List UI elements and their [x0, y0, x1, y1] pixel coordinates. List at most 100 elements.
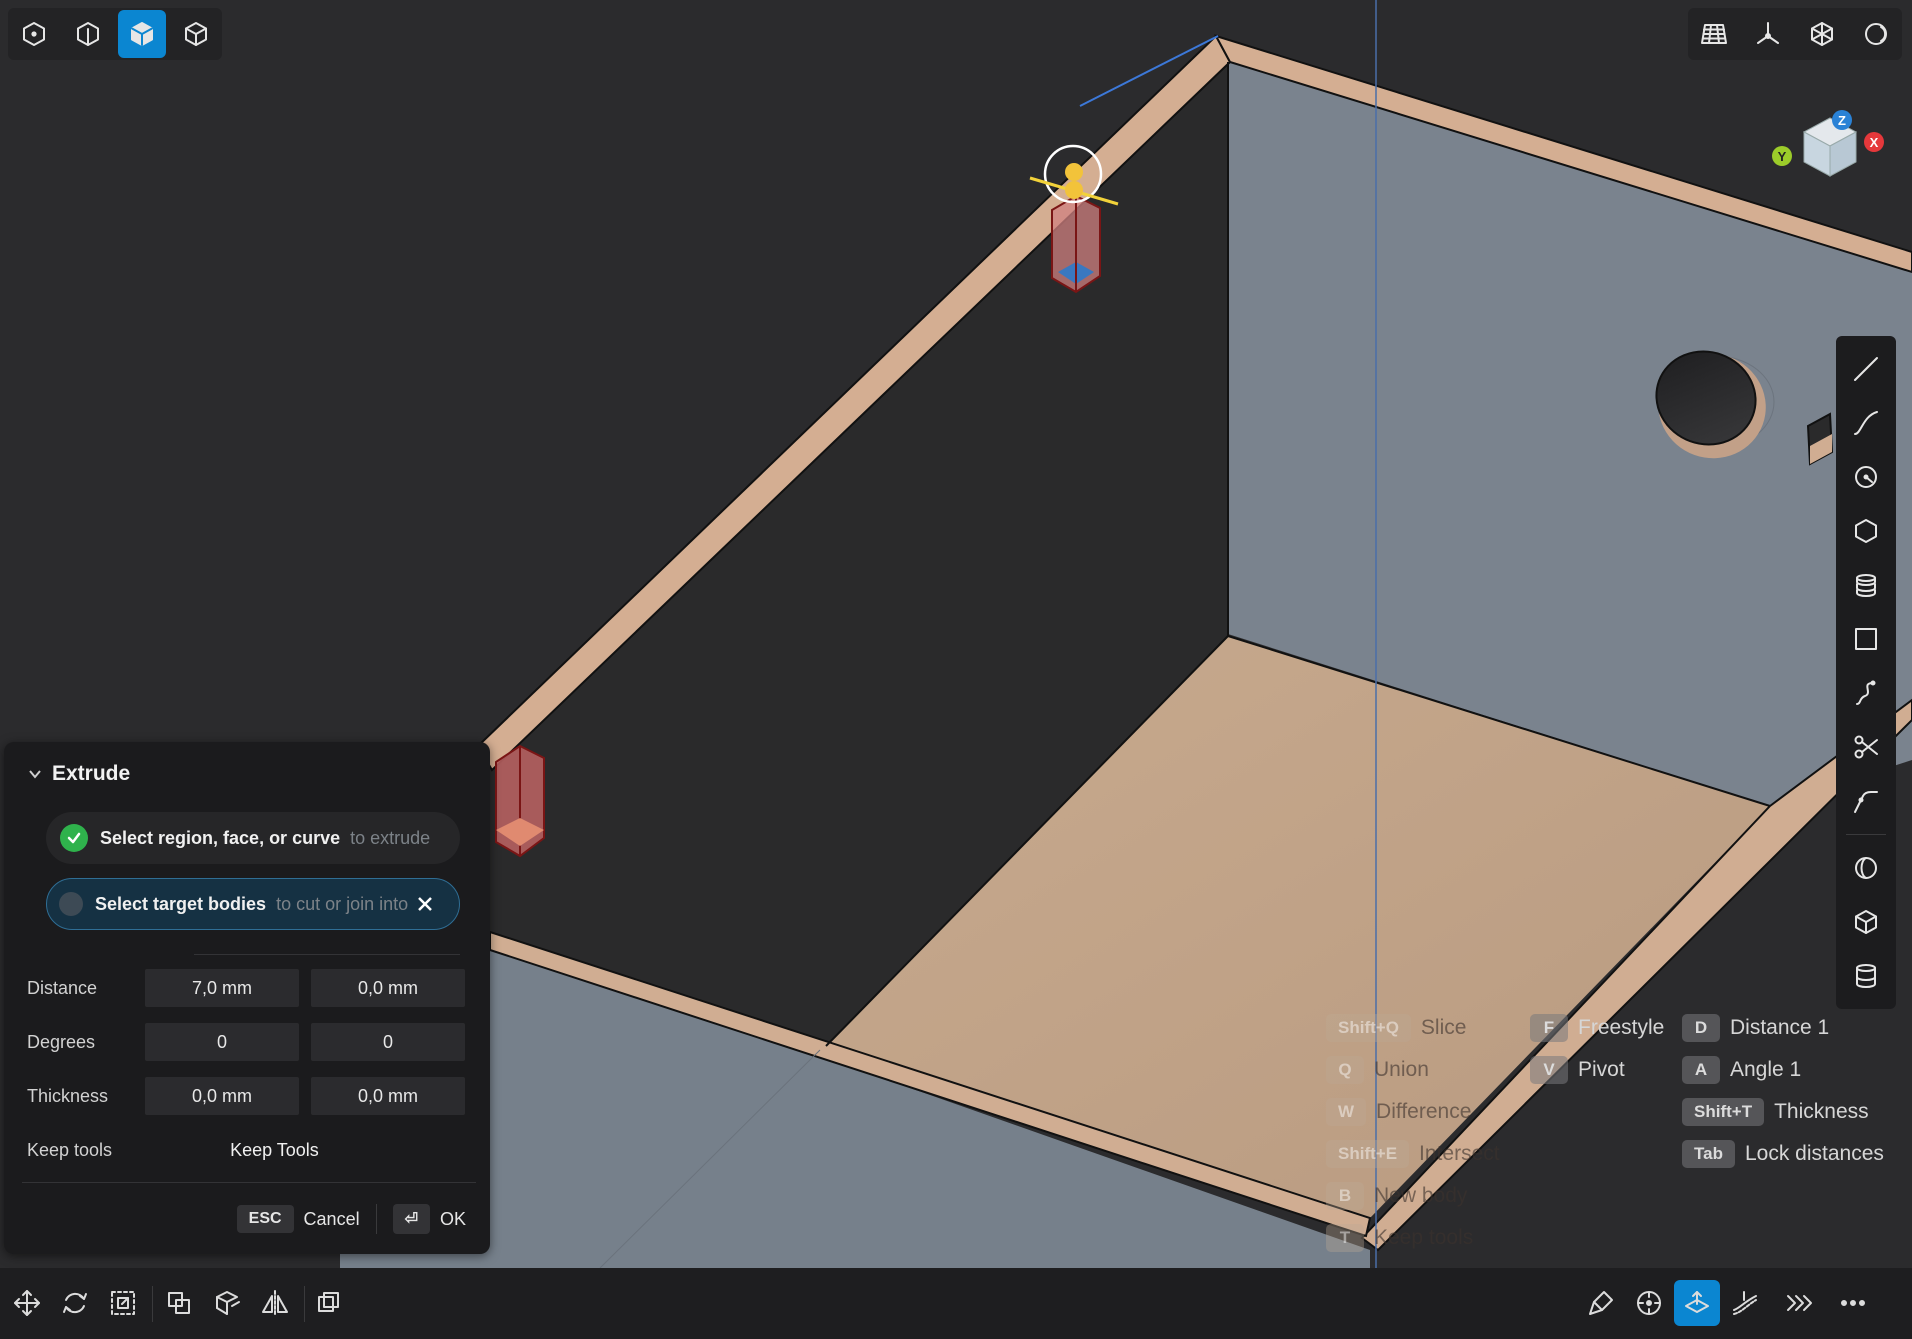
shortcut-angle: A Angle 1: [1682, 1056, 1801, 1084]
revolve-tool-button[interactable]: [1840, 842, 1892, 894]
x-axis-icon[interactable]: X: [1864, 132, 1884, 152]
spline-tool-button[interactable]: [1840, 667, 1892, 719]
render-mode-button[interactable]: [1852, 10, 1900, 58]
shortcut-label: Thickness: [1774, 1100, 1869, 1123]
mirror-tool-button[interactable]: [252, 1280, 298, 1326]
extrude-panel-header[interactable]: Extrude: [28, 762, 130, 786]
render-mode-icon: [1865, 23, 1887, 45]
shortcut-label: Keep tools: [1374, 1226, 1474, 1249]
shortcut-label: Union: [1374, 1058, 1429, 1081]
spline-icon: [1856, 680, 1876, 705]
shortcut-label: Angle 1: [1730, 1058, 1802, 1081]
shortcut-union: Q Union: [1326, 1056, 1429, 1084]
move-tool-button[interactable]: [4, 1280, 50, 1326]
degrees-row: Degrees: [27, 1022, 477, 1062]
circle-tool-button[interactable]: [1840, 451, 1892, 503]
shortcut-key: A: [1682, 1056, 1720, 1084]
line-tool-button[interactable]: [1840, 343, 1892, 395]
cylinder-tool-button[interactable]: [1840, 950, 1892, 1002]
offset-tool-button[interactable]: [1722, 1280, 1768, 1326]
solid-cube-icon: [131, 22, 153, 46]
thickness-input-1[interactable]: [145, 1077, 299, 1115]
y-axis-icon[interactable]: Y: [1772, 146, 1792, 166]
view-mode-2-button[interactable]: [64, 10, 112, 58]
circle-icon: [1855, 466, 1877, 488]
thickness-input-2[interactable]: [311, 1077, 465, 1115]
more-tools-button[interactable]: [1776, 1280, 1822, 1326]
more-horizontal-icon: [1841, 1300, 1865, 1306]
box-icon: [1855, 910, 1877, 934]
shortcut-hints: Shift+Q Slice Q Union W Difference Shift+E I…: [1326, 1014, 1912, 1264]
fillet-icon: [1854, 791, 1878, 813]
view-mode-4-button[interactable]: [172, 10, 220, 58]
rotate-tool-button[interactable]: [52, 1280, 98, 1326]
sketch-mode-button[interactable]: [1578, 1280, 1624, 1326]
duplicate-icon: [318, 1292, 339, 1312]
panel-title: Extrude: [52, 762, 131, 785]
fillet-tool-button[interactable]: [1840, 775, 1892, 827]
ok-button[interactable]: ⏎ OK: [392, 1204, 466, 1234]
select-region-hint: to extrude: [350, 827, 431, 848]
axes-button[interactable]: [1744, 10, 1792, 58]
line-icon: [1854, 357, 1878, 381]
select-target-step[interactable]: Select target bodies to cut or join into: [46, 878, 460, 930]
overflow-menu-button[interactable]: [1830, 1280, 1876, 1326]
shortcut-key: Q: [1326, 1056, 1364, 1084]
esc-key: ESC: [236, 1205, 294, 1233]
distance-label: Distance: [27, 977, 98, 998]
polygon-tool-button[interactable]: [1840, 505, 1892, 557]
rotate-icon: [63, 1292, 87, 1314]
degrees-input-2[interactable]: [311, 1023, 465, 1061]
distance-input-2[interactable]: [311, 969, 465, 1007]
navigation-cube[interactable]: Z X Y: [1768, 100, 1888, 190]
box-tool-button[interactable]: [1840, 896, 1892, 948]
svg-text:X: X: [1870, 135, 1879, 150]
z-axis-icon[interactable]: Z: [1832, 110, 1852, 130]
shortcut-key: Shift+E: [1326, 1140, 1410, 1168]
keep-tools-row: Keep tools Keep Tools: [27, 1130, 477, 1170]
enter-key: ⏎: [392, 1204, 430, 1234]
scissors-icon: [1854, 735, 1878, 759]
grid-icon: [1701, 24, 1727, 44]
copy-tool-button[interactable]: [156, 1280, 202, 1326]
duplicate-tool-button[interactable]: [306, 1280, 352, 1326]
extrude-icon: [1685, 1291, 1709, 1313]
snap-icon: [1637, 1291, 1661, 1315]
distance-row: Distance: [27, 968, 477, 1008]
shortcut-label: Pivot: [1578, 1058, 1625, 1081]
curve-tool-button[interactable]: [1840, 397, 1892, 449]
wireframe-button[interactable]: [1798, 10, 1846, 58]
snap-button[interactable]: [1626, 1280, 1672, 1326]
display-toolbar: [1688, 8, 1902, 60]
degrees-input-1[interactable]: [145, 1023, 299, 1061]
thickness-label: Thickness: [27, 1085, 109, 1106]
trim-tool-button[interactable]: [1840, 721, 1892, 773]
shortcut-key: Tab: [1682, 1140, 1735, 1168]
hexagon-dot-icon: [23, 22, 45, 46]
shortcut-key: B: [1326, 1182, 1364, 1210]
shortcut-pivot: V Pivot: [1530, 1056, 1625, 1084]
shortcut-label: Intersect: [1419, 1142, 1500, 1165]
scale-tool-button[interactable]: [100, 1280, 146, 1326]
hexagon-half-icon: [77, 22, 99, 46]
keep-tools-toggle[interactable]: Keep Tools: [230, 1140, 319, 1161]
degrees-label: Degrees: [27, 1031, 96, 1052]
shortcut-key: Shift+T: [1682, 1098, 1765, 1126]
shortcut-label: Slice: [1420, 1016, 1467, 1039]
revolve-icon: [1855, 857, 1877, 879]
layers-tool-button[interactable]: [1840, 559, 1892, 611]
rectangle-tool-button[interactable]: [1840, 613, 1892, 665]
extrude-tool-button[interactable]: [1674, 1280, 1720, 1326]
distance-input-1[interactable]: [145, 969, 299, 1007]
clear-selection-icon[interactable]: [414, 893, 436, 915]
cancel-button[interactable]: ESC Cancel: [236, 1205, 360, 1233]
view-mode-1-button[interactable]: [10, 10, 58, 58]
grid-button[interactable]: [1690, 10, 1738, 58]
view-mode-3-button[interactable]: [118, 10, 166, 58]
cancel-label: Cancel: [303, 1208, 360, 1229]
select-region-step[interactable]: Select region, face, or curve to extrude: [46, 812, 460, 864]
shortcut-difference: W Difference: [1326, 1098, 1471, 1126]
shortcut-label: Freestyle: [1578, 1016, 1665, 1039]
align-tool-button[interactable]: [204, 1280, 250, 1326]
mirror-icon: [262, 1290, 288, 1316]
